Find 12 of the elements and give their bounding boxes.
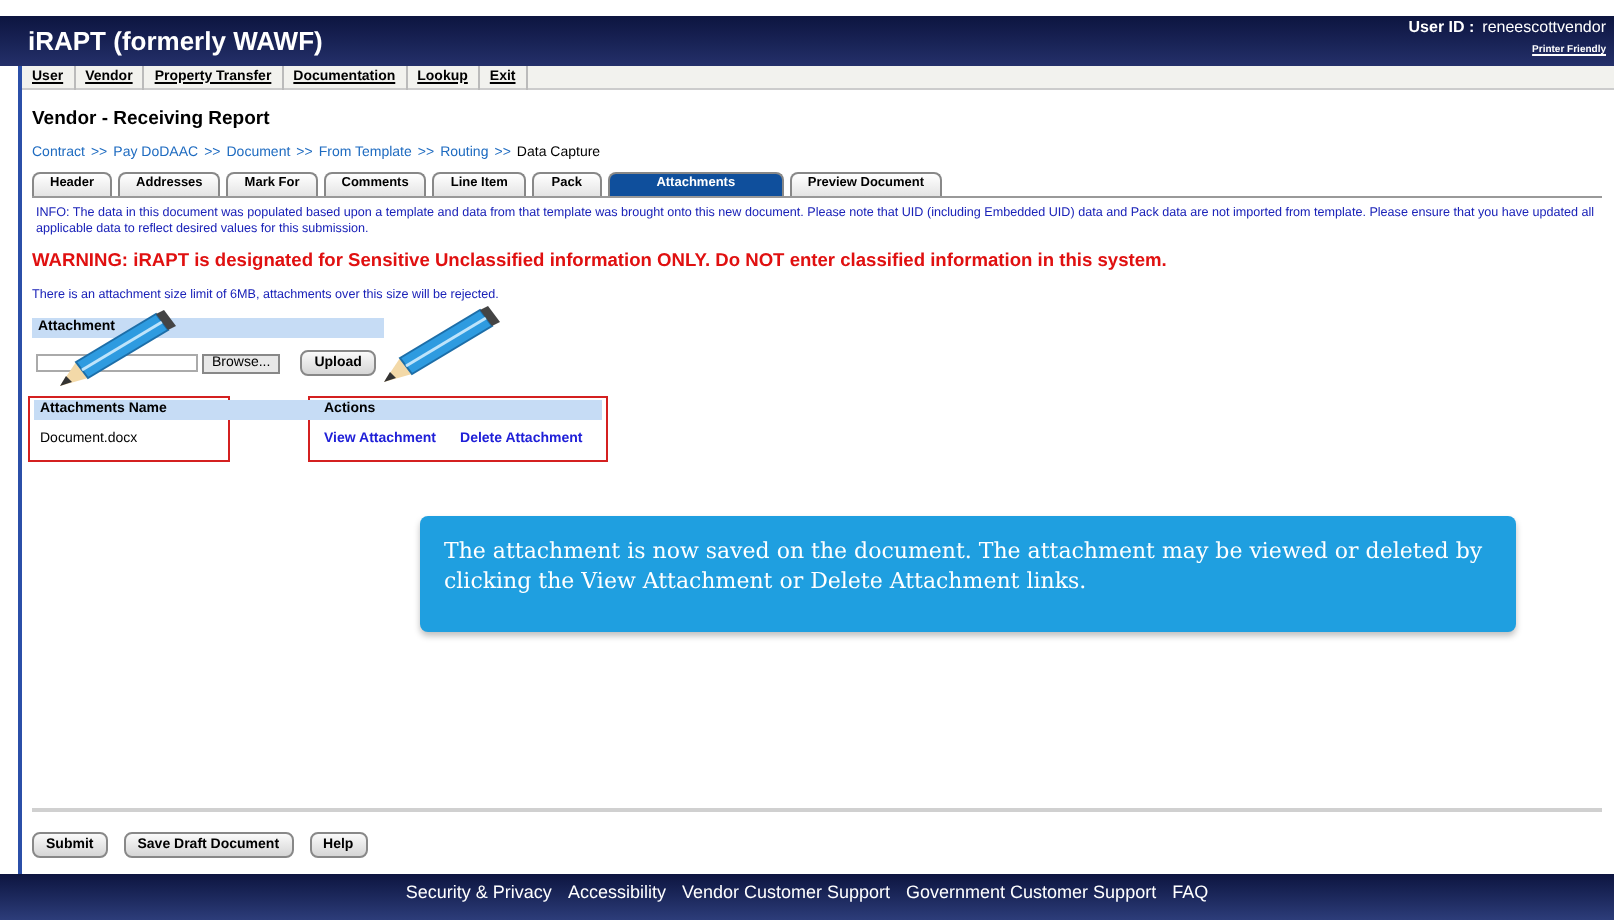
footer-link[interactable]: FAQ [1172,880,1209,920]
footer-link[interactable]: Government Customer Support [906,880,1157,920]
user-id: reneescottvendor [1482,16,1606,40]
footer-link[interactable]: Accessibility [567,880,666,920]
app-title: iRAPT (formerly WAWF) [28,23,323,60]
footer-link[interactable]: Security & Privacy [405,880,552,920]
callout-text: The attachment is now saved on the document. The attachment may be viewed or deleted by clicking the View Attachment or Delete Attachment links. [444,536,1485,597]
user-id-label: User ID : [1408,16,1475,40]
pencil-icon [380,306,504,387]
page-title: Vendor - Receiving Report [32,106,272,134]
footer-link[interactable]: Vendor Customer Support [681,880,891,920]
warning-message: WARNING: iRAPT is designated for Sensitive Unclassified information ONLY. Do NOT enter classified information in this system. [32,247,1169,274]
